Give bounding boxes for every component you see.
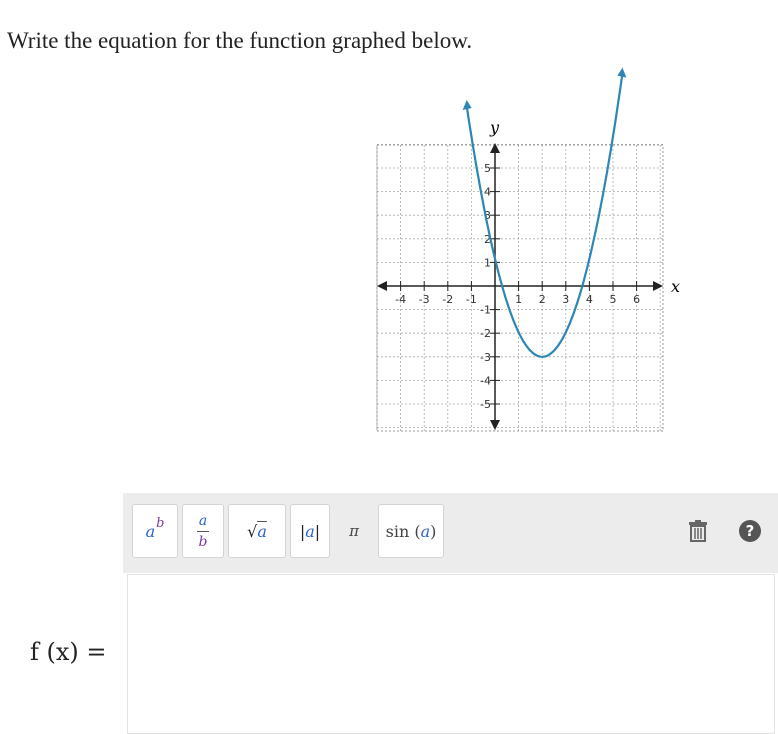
- answer-input[interactable]: [127, 574, 775, 734]
- fraction-button[interactable]: ab: [182, 504, 224, 558]
- exponent-button[interactable]: ab: [132, 504, 178, 558]
- x-tick-label: 2: [539, 293, 546, 306]
- trash-icon: [689, 520, 707, 542]
- math-toolbar: ab ab √ a | a | π sin (a) ?: [123, 493, 778, 573]
- y-tick-label: 5: [484, 162, 491, 175]
- sin-button[interactable]: sin (a): [378, 504, 444, 558]
- y-tick-label: -3: [480, 351, 491, 364]
- y-tick-label: 4: [484, 186, 491, 199]
- sqrt-button[interactable]: √ a: [228, 504, 286, 558]
- y-tick-label: -5: [480, 398, 491, 411]
- x-tick-label: -4: [395, 293, 406, 306]
- x-axis-arrow: [653, 281, 663, 291]
- y-tick-label: -2: [480, 327, 491, 340]
- pi-button[interactable]: π: [334, 504, 374, 558]
- y-tick-label: 1: [484, 256, 491, 269]
- help-button[interactable]: ?: [723, 504, 777, 558]
- trash-button[interactable]: [671, 504, 725, 558]
- x-tick-label: 3: [562, 293, 569, 306]
- graph-axes: [377, 143, 663, 430]
- answer-label: f (x) =: [30, 638, 107, 666]
- function-graph: -4 -3 -2 -1 1 2 3 4 5 654321-1-2-3-4-5 x y: [376, 67, 680, 432]
- x-tick-label: 6: [633, 293, 640, 306]
- curve-arrow-right: [617, 67, 627, 78]
- x-axis-label: x: [671, 277, 680, 296]
- x-tick-label: -2: [442, 293, 453, 306]
- x-tick-label: -1: [466, 293, 477, 306]
- x-tick-label: 5: [610, 293, 617, 306]
- y-tick-label: -4: [480, 374, 491, 387]
- y-axis-label: y: [489, 118, 500, 137]
- abs-button[interactable]: | a |: [290, 504, 330, 558]
- question-icon: ?: [739, 520, 761, 542]
- x-tick-label: 4: [586, 293, 593, 306]
- curve-arrow-left: [462, 99, 472, 110]
- x-tick-label: 1: [515, 293, 522, 306]
- grid-border: [376, 144, 664, 432]
- x-tick-label: -3: [419, 293, 430, 306]
- x-axis-arrow: [377, 281, 387, 291]
- y-tick-label: -1: [480, 304, 491, 317]
- y-axis-arrow: [490, 420, 500, 430]
- graph-grid: [376, 143, 664, 432]
